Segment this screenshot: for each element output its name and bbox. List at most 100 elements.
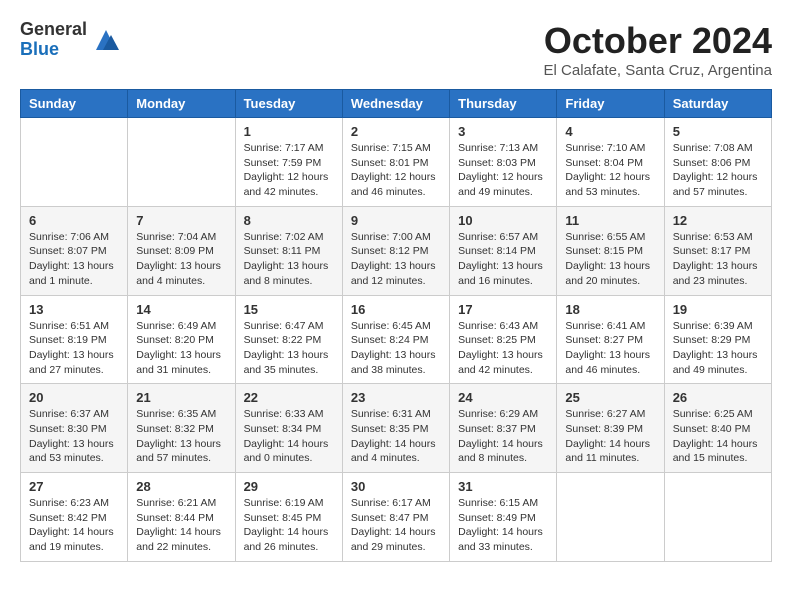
day-info: Sunrise: 6:35 AM Sunset: 8:32 PM Dayligh…	[136, 407, 226, 466]
day-number: 15	[244, 302, 334, 317]
calendar-cell: 2Sunrise: 7:15 AM Sunset: 8:01 PM Daylig…	[342, 118, 449, 207]
calendar-cell: 6Sunrise: 7:06 AM Sunset: 8:07 PM Daylig…	[21, 206, 128, 295]
page-header: General Blue October 2024 El Calafate, S…	[20, 20, 772, 79]
logo: General Blue	[20, 20, 121, 60]
week-row-3: 13Sunrise: 6:51 AM Sunset: 8:19 PM Dayli…	[21, 295, 772, 384]
col-header-saturday: Saturday	[664, 90, 771, 118]
day-number: 13	[29, 302, 119, 317]
day-info: Sunrise: 7:04 AM Sunset: 8:09 PM Dayligh…	[136, 230, 226, 289]
calendar-cell: 30Sunrise: 6:17 AM Sunset: 8:47 PM Dayli…	[342, 473, 449, 562]
header-row: SundayMondayTuesdayWednesdayThursdayFrid…	[21, 90, 772, 118]
day-number: 2	[351, 124, 441, 139]
day-info: Sunrise: 7:17 AM Sunset: 7:59 PM Dayligh…	[244, 141, 334, 200]
day-info: Sunrise: 6:55 AM Sunset: 8:15 PM Dayligh…	[565, 230, 655, 289]
day-info: Sunrise: 6:43 AM Sunset: 8:25 PM Dayligh…	[458, 319, 548, 378]
day-info: Sunrise: 6:31 AM Sunset: 8:35 PM Dayligh…	[351, 407, 441, 466]
day-info: Sunrise: 6:21 AM Sunset: 8:44 PM Dayligh…	[136, 496, 226, 555]
day-info: Sunrise: 6:25 AM Sunset: 8:40 PM Dayligh…	[673, 407, 763, 466]
day-info: Sunrise: 6:41 AM Sunset: 8:27 PM Dayligh…	[565, 319, 655, 378]
day-number: 5	[673, 124, 763, 139]
logo-icon	[91, 25, 121, 55]
calendar-cell: 27Sunrise: 6:23 AM Sunset: 8:42 PM Dayli…	[21, 473, 128, 562]
logo-general: General	[20, 20, 87, 40]
calendar-cell: 18 Sunrise: 6:41 AM Sunset: 8:27 PM Dayli…	[557, 295, 664, 384]
day-number: 6	[29, 213, 119, 228]
day-number: 7	[136, 213, 226, 228]
calendar-cell: 21 Sunrise: 6:35 AM Sunset: 8:32 PM Dayli…	[128, 384, 235, 473]
day-info: Sunrise: 7:00 AM Sunset: 8:12 PM Dayligh…	[351, 230, 441, 289]
day-info: Sunrise: 7:08 AM Sunset: 8:06 PM Dayligh…	[673, 141, 763, 200]
day-number: 4	[565, 124, 655, 139]
col-header-thursday: Thursday	[450, 90, 557, 118]
calendar-cell	[664, 473, 771, 562]
calendar-cell: 3 Sunrise: 7:13 AM Sunset: 8:03 PM Daylig…	[450, 118, 557, 207]
calendar-cell: 24 Sunrise: 6:29 AM Sunset: 8:37 PM Dayli…	[450, 384, 557, 473]
calendar-cell: 4Sunrise: 7:10 AM Sunset: 8:04 PM Daylig…	[557, 118, 664, 207]
calendar-cell: 14Sunrise: 6:49 AM Sunset: 8:20 PM Dayli…	[128, 295, 235, 384]
calendar-cell: 8 Sunrise: 7:02 AM Sunset: 8:11 PM Daylig…	[235, 206, 342, 295]
calendar-cell: 17 Sunrise: 6:43 AM Sunset: 8:25 PM Dayli…	[450, 295, 557, 384]
calendar-cell: 20Sunrise: 6:37 AM Sunset: 8:30 PM Dayli…	[21, 384, 128, 473]
calendar-cell: 25 Sunrise: 6:27 AM Sunset: 8:39 PM Dayli…	[557, 384, 664, 473]
day-number: 16	[351, 302, 441, 317]
day-info: Sunrise: 6:45 AM Sunset: 8:24 PM Dayligh…	[351, 319, 441, 378]
calendar-cell: 26 Sunrise: 6:25 AM Sunset: 8:40 PM Dayli…	[664, 384, 771, 473]
day-number: 10	[458, 213, 548, 228]
title-block: October 2024 El Calafate, Santa Cruz, Ar…	[544, 20, 772, 79]
week-row-2: 6Sunrise: 7:06 AM Sunset: 8:07 PM Daylig…	[21, 206, 772, 295]
calendar-cell: 28 Sunrise: 6:21 AM Sunset: 8:44 PM Dayli…	[128, 473, 235, 562]
day-number: 20	[29, 390, 119, 405]
calendar-cell: 31 Sunrise: 6:15 AM Sunset: 8:49 PM Dayli…	[450, 473, 557, 562]
day-number: 14	[136, 302, 226, 317]
calendar-cell: 13Sunrise: 6:51 AM Sunset: 8:19 PM Dayli…	[21, 295, 128, 384]
day-number: 12	[673, 213, 763, 228]
day-number: 23	[351, 390, 441, 405]
day-number: 24	[458, 390, 548, 405]
calendar-cell: 19Sunrise: 6:39 AM Sunset: 8:29 PM Dayli…	[664, 295, 771, 384]
day-info: Sunrise: 6:57 AM Sunset: 8:14 PM Dayligh…	[458, 230, 548, 289]
day-number: 30	[351, 479, 441, 494]
day-number: 22	[244, 390, 334, 405]
calendar-cell	[128, 118, 235, 207]
week-row-1: 1 Sunrise: 7:17 AM Sunset: 7:59 PM Daylig…	[21, 118, 772, 207]
calendar-cell: 9 Sunrise: 7:00 AM Sunset: 8:12 PM Daylig…	[342, 206, 449, 295]
week-row-5: 27Sunrise: 6:23 AM Sunset: 8:42 PM Dayli…	[21, 473, 772, 562]
week-row-4: 20Sunrise: 6:37 AM Sunset: 8:30 PM Dayli…	[21, 384, 772, 473]
day-info: Sunrise: 6:29 AM Sunset: 8:37 PM Dayligh…	[458, 407, 548, 466]
day-info: Sunrise: 7:13 AM Sunset: 8:03 PM Dayligh…	[458, 141, 548, 200]
day-number: 25	[565, 390, 655, 405]
day-number: 18	[565, 302, 655, 317]
month-title: October 2024	[544, 20, 772, 62]
day-info: Sunrise: 6:19 AM Sunset: 8:45 PM Dayligh…	[244, 496, 334, 555]
day-info: Sunrise: 6:47 AM Sunset: 8:22 PM Dayligh…	[244, 319, 334, 378]
day-info: Sunrise: 7:02 AM Sunset: 8:11 PM Dayligh…	[244, 230, 334, 289]
calendar-table: SundayMondayTuesdayWednesdayThursdayFrid…	[20, 89, 772, 562]
col-header-sunday: Sunday	[21, 90, 128, 118]
calendar-cell: 23 Sunrise: 6:31 AM Sunset: 8:35 PM Dayli…	[342, 384, 449, 473]
calendar-cell: 1 Sunrise: 7:17 AM Sunset: 7:59 PM Daylig…	[235, 118, 342, 207]
day-info: Sunrise: 6:27 AM Sunset: 8:39 PM Dayligh…	[565, 407, 655, 466]
day-number: 9	[351, 213, 441, 228]
day-info: Sunrise: 6:15 AM Sunset: 8:49 PM Dayligh…	[458, 496, 548, 555]
day-number: 3	[458, 124, 548, 139]
day-info: Sunrise: 6:53 AM Sunset: 8:17 PM Dayligh…	[673, 230, 763, 289]
day-number: 19	[673, 302, 763, 317]
day-number: 28	[136, 479, 226, 494]
day-number: 21	[136, 390, 226, 405]
calendar-cell: 29 Sunrise: 6:19 AM Sunset: 8:45 PM Dayli…	[235, 473, 342, 562]
day-number: 29	[244, 479, 334, 494]
day-number: 8	[244, 213, 334, 228]
calendar-cell: 15 Sunrise: 6:47 AM Sunset: 8:22 PM Dayli…	[235, 295, 342, 384]
day-number: 1	[244, 124, 334, 139]
calendar-cell: 22 Sunrise: 6:33 AM Sunset: 8:34 PM Dayli…	[235, 384, 342, 473]
day-number: 31	[458, 479, 548, 494]
day-info: Sunrise: 6:33 AM Sunset: 8:34 PM Dayligh…	[244, 407, 334, 466]
calendar-cell: 7 Sunrise: 7:04 AM Sunset: 8:09 PM Daylig…	[128, 206, 235, 295]
logo-blue: Blue	[20, 40, 87, 60]
day-number: 26	[673, 390, 763, 405]
calendar-cell: 12 Sunrise: 6:53 AM Sunset: 8:17 PM Dayli…	[664, 206, 771, 295]
calendar-cell	[557, 473, 664, 562]
day-number: 17	[458, 302, 548, 317]
col-header-tuesday: Tuesday	[235, 90, 342, 118]
calendar-cell: 11Sunrise: 6:55 AM Sunset: 8:15 PM Dayli…	[557, 206, 664, 295]
